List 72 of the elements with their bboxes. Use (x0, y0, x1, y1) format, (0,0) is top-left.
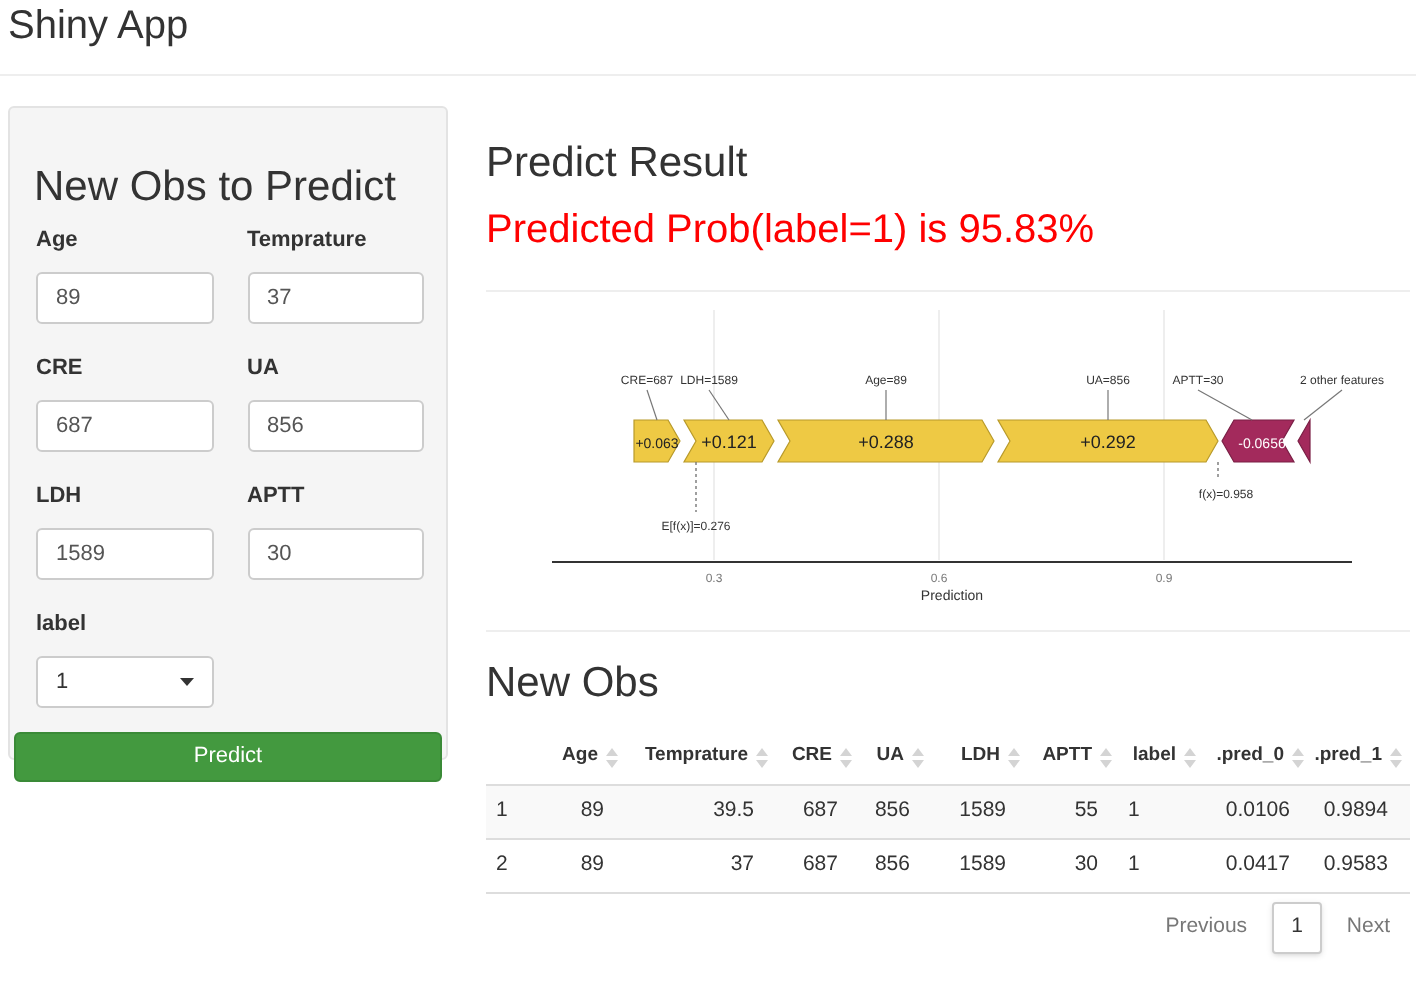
table-cell-text: 1589 (959, 850, 1006, 881)
select-field[interactable]: 1 (36, 656, 213, 708)
column-header[interactable]: LDH (960, 742, 1000, 772)
table-cell-text: 1 (1128, 850, 1140, 881)
force-bar: +0.121 (682, 419, 775, 463)
leader-line (1197, 389, 1253, 421)
leader-line (1107, 389, 1109, 421)
sort-icon (606, 747, 618, 767)
column-header[interactable]: .pred_1 (1314, 742, 1382, 772)
table-cell-text: 0.9583 (1323, 850, 1388, 881)
field-label: LDH (36, 484, 84, 510)
field-label: CRE (36, 356, 85, 382)
leader-line (1217, 461, 1219, 479)
table-title: New Obs (486, 660, 661, 708)
input-field[interactable]: 687 (36, 400, 213, 452)
table-cell-text: 1589 (959, 796, 1006, 827)
prediction-text: Predicted Prob(label=1) is 95.83% (486, 206, 1097, 254)
column-header[interactable]: CRE (791, 742, 832, 772)
sort-icon (912, 747, 924, 767)
table-cell-text: 1 (1128, 796, 1140, 827)
table-cell-text: 1 (496, 796, 508, 827)
table-cell-text: 687 (802, 796, 838, 827)
table-cell-text: 55 (1074, 796, 1098, 827)
column-header[interactable]: Temprature (644, 742, 748, 772)
sort-icon (1008, 747, 1020, 767)
table-cell-text: 0.0417 (1225, 850, 1290, 881)
table-cell-text: 856 (874, 850, 910, 881)
sort-icon (840, 747, 852, 767)
sort-icon (1100, 747, 1112, 767)
input-field[interactable]: 37 (247, 272, 424, 324)
panel-title: New Obs to Predict (34, 164, 398, 212)
column-header[interactable]: .pred_0 (1216, 742, 1284, 772)
leader-line (885, 389, 887, 421)
input-field[interactable]: 856 (247, 400, 424, 452)
table-cell-text: 856 (874, 796, 910, 827)
input-field[interactable]: 30 (247, 528, 424, 580)
caret-icon (179, 678, 193, 686)
column-header[interactable]: Age (562, 742, 598, 772)
input-field[interactable]: 89 (36, 272, 213, 324)
leader-line (695, 461, 697, 513)
result-title: Predict Result (486, 140, 750, 188)
predict-button[interactable]: Predict (14, 732, 442, 782)
force-bar: +0.292 (996, 419, 1219, 463)
table-cell-text: 0.9894 (1323, 796, 1388, 827)
column-header[interactable]: UA (876, 742, 904, 772)
table-cell-text: 39.5 (713, 796, 754, 827)
input-field[interactable]: 1589 (36, 528, 213, 580)
app-title: Shiny App (8, 2, 189, 50)
column-header[interactable]: label (1132, 742, 1176, 772)
sort-icon (1184, 747, 1196, 767)
table-cell-text: 89 (580, 796, 604, 827)
page-button[interactable]: Next (1326, 902, 1410, 954)
table-cell-text: 2 (496, 850, 508, 881)
table-cell-text: 30 (1074, 850, 1098, 881)
field-label: UA (247, 356, 281, 382)
field-label: label (36, 612, 89, 638)
leader-line (708, 389, 730, 421)
page-button[interactable]: 1 (1271, 902, 1323, 954)
sort-icon (756, 747, 768, 767)
table-cell-text: 687 (802, 850, 838, 881)
field-label: Temprature (247, 228, 369, 254)
leader-line (646, 389, 658, 421)
sort-icon (1390, 747, 1402, 767)
field-label: APTT (247, 484, 307, 510)
sort-icon (1292, 747, 1304, 767)
page-button[interactable]: Previous (1145, 902, 1268, 954)
table-cell-text: 89 (580, 850, 604, 881)
column-header[interactable]: APTT (1042, 742, 1092, 772)
table-cell-text: 37 (730, 850, 754, 881)
table-cell-text: 0.0106 (1225, 796, 1290, 827)
field-label: Age (36, 228, 80, 254)
leader-line (1303, 389, 1343, 421)
